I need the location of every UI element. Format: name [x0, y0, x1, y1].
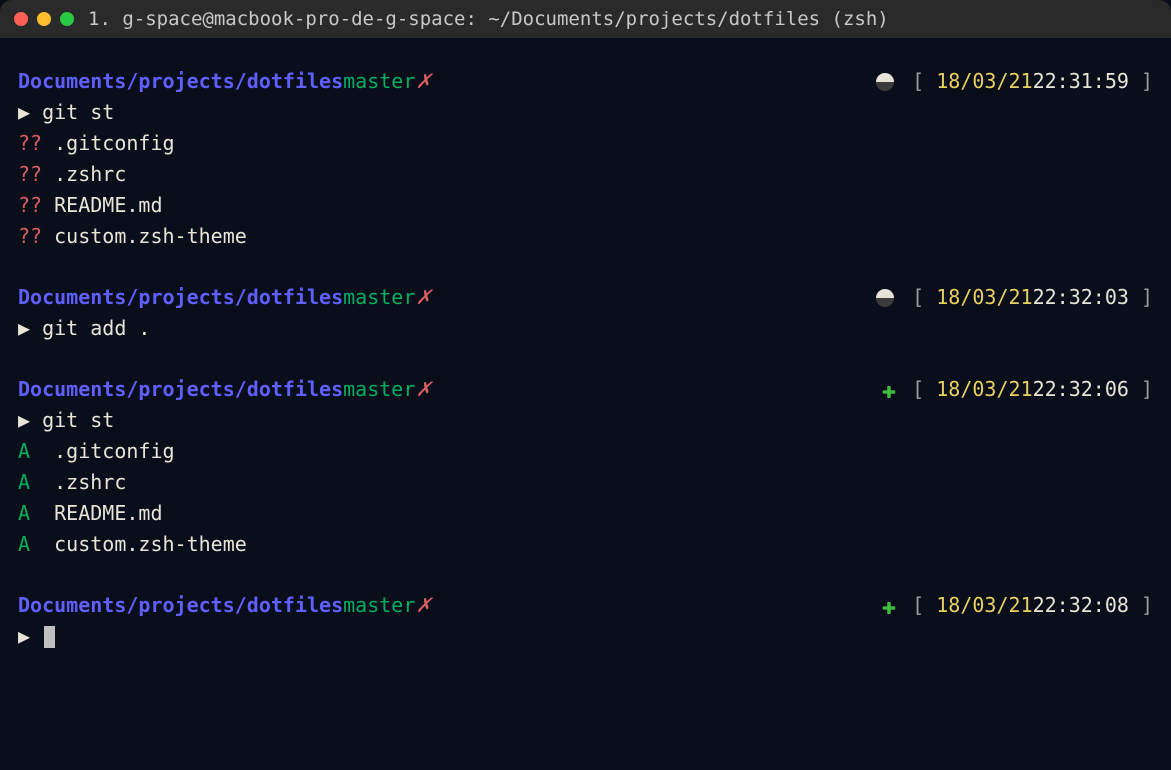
prompt-line: Documents/projects/dotfiles master ✗ [ 18…	[18, 66, 1153, 97]
bracket-close: ]	[1129, 282, 1153, 313]
timestamp-date: 18/03/21	[936, 590, 1032, 621]
command-line: ▶	[18, 621, 1153, 652]
prompt-left: Documents/projects/dotfiles master ✗	[18, 282, 432, 313]
output-filename: .zshrc	[42, 470, 126, 494]
output-filename: .gitconfig	[42, 439, 174, 463]
git-dirty-icon: ✗	[415, 374, 432, 405]
status-prefix: ??	[18, 224, 42, 248]
git-branch: master	[343, 66, 415, 97]
cwd-path: Documents/projects/dotfiles	[18, 66, 343, 97]
timestamp-date: 18/03/21	[936, 282, 1032, 313]
output-filename: README.md	[42, 501, 162, 525]
status-prefix: ??	[18, 131, 42, 155]
prompt-left: Documents/projects/dotfiles master ✗	[18, 374, 432, 405]
command-line: ▶ git add .	[18, 313, 1153, 344]
timestamp-time: 22:32:06	[1033, 374, 1129, 405]
cursor	[44, 626, 55, 648]
command-text: git st	[42, 408, 114, 432]
output-line: A .zshrc	[18, 467, 1153, 498]
output-line: ?? custom.zsh-theme	[18, 221, 1153, 252]
traffic-lights	[14, 12, 74, 26]
bracket-close: ]	[1129, 66, 1153, 97]
output-line: A .gitconfig	[18, 436, 1153, 467]
output-filename: .gitconfig	[42, 131, 174, 155]
prompt-right: [ 18/03/21 22:32:03 ]	[876, 282, 1153, 313]
git-branch: master	[343, 590, 415, 621]
cwd-path: Documents/projects/dotfiles	[18, 374, 343, 405]
status-circle-icon	[876, 289, 894, 307]
timestamp-time: 22:32:03	[1033, 282, 1129, 313]
prompt-line: Documents/projects/dotfiles master ✗ [ 18…	[18, 282, 1153, 313]
status-circle-icon	[876, 73, 894, 91]
close-icon[interactable]	[14, 12, 28, 26]
prompt-right: [ 18/03/21 22:31:59 ]	[876, 66, 1153, 97]
bracket-open: [	[912, 590, 936, 621]
prompt-line: Documents/projects/dotfiles master ✗ ✚ [ 1…	[18, 374, 1153, 405]
command-line: ▶ git st	[18, 97, 1153, 128]
git-branch: master	[343, 374, 415, 405]
status-prefix: A	[18, 532, 42, 556]
output-filename: custom.zsh-theme	[42, 224, 247, 248]
output-line: A custom.zsh-theme	[18, 529, 1153, 560]
output-filename: custom.zsh-theme	[42, 532, 247, 556]
prompt-arrow-icon: ▶	[18, 100, 42, 124]
output-line: ?? .zshrc	[18, 159, 1153, 190]
command-text: git add .	[42, 316, 150, 340]
output-line: ?? README.md	[18, 190, 1153, 221]
output-filename: .zshrc	[42, 162, 126, 186]
git-dirty-icon: ✗	[415, 66, 432, 97]
output-filename: README.md	[42, 193, 162, 217]
git-dirty-icon: ✗	[415, 282, 432, 313]
cwd-path: Documents/projects/dotfiles	[18, 590, 343, 621]
terminal-body[interactable]: Documents/projects/dotfiles master ✗ [ 18…	[0, 38, 1171, 666]
git-dirty-icon: ✗	[415, 590, 432, 621]
status-plus-icon: ✚	[882, 378, 896, 402]
bracket-open: [	[912, 66, 936, 97]
timestamp-time: 22:32:08	[1033, 590, 1129, 621]
prompt-line: Documents/projects/dotfiles master ✗ ✚ [ 1…	[18, 590, 1153, 621]
maximize-icon[interactable]	[60, 12, 74, 26]
git-branch: master	[343, 282, 415, 313]
titlebar: 1. g-space@macbook-pro-de-g-space: ~/Doc…	[0, 0, 1171, 38]
status-prefix: ??	[18, 193, 42, 217]
minimize-icon[interactable]	[37, 12, 51, 26]
status-prefix: A	[18, 470, 42, 494]
command-line: ▶ git st	[18, 405, 1153, 436]
status-prefix: A	[18, 439, 42, 463]
timestamp-time: 22:31:59	[1033, 66, 1129, 97]
command-text: git st	[42, 100, 114, 124]
output-line: ?? .gitconfig	[18, 128, 1153, 159]
prompt-arrow-icon: ▶	[18, 408, 42, 432]
output-line: A README.md	[18, 498, 1153, 529]
prompt-left: Documents/projects/dotfiles master ✗	[18, 590, 432, 621]
timestamp-date: 18/03/21	[936, 374, 1032, 405]
cwd-path: Documents/projects/dotfiles	[18, 282, 343, 313]
prompt-left: Documents/projects/dotfiles master ✗	[18, 66, 432, 97]
prompt-arrow-icon: ▶	[18, 624, 42, 648]
window-title: 1. g-space@macbook-pro-de-g-space: ~/Doc…	[88, 8, 889, 30]
bracket-close: ]	[1129, 374, 1153, 405]
status-prefix: ??	[18, 162, 42, 186]
bracket-close: ]	[1129, 590, 1153, 621]
status-prefix: A	[18, 501, 42, 525]
bracket-open: [	[912, 282, 936, 313]
timestamp-date: 18/03/21	[936, 66, 1032, 97]
prompt-arrow-icon: ▶	[18, 316, 42, 340]
prompt-right: ✚ [ 18/03/21 22:32:06 ]	[882, 374, 1153, 405]
status-plus-icon: ✚	[882, 594, 896, 618]
bracket-open: [	[912, 374, 936, 405]
prompt-right: ✚ [ 18/03/21 22:32:08 ]	[882, 590, 1153, 621]
